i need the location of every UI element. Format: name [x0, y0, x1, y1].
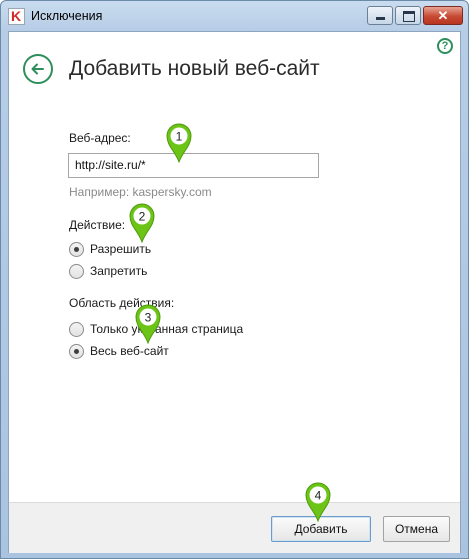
radio-label: Запретить	[90, 264, 148, 278]
cancel-button[interactable]: Отмена	[383, 516, 450, 542]
radio-button[interactable]	[69, 242, 84, 257]
callout-number: 4	[315, 489, 322, 503]
radio-button[interactable]	[69, 344, 84, 359]
dialog-content: ? Добавить новый веб-сайт Веб-адрес: htt…	[8, 31, 461, 553]
callout-number: 1	[176, 130, 183, 144]
url-hint: Например: kaspersky.com	[69, 185, 212, 199]
minimize-icon	[368, 7, 392, 24]
minimize-button[interactable]	[367, 6, 393, 25]
maximize-button[interactable]	[395, 6, 421, 25]
back-button[interactable]	[23, 54, 53, 84]
url-label: Веб-адрес:	[69, 131, 131, 145]
callout-marker-2: 2	[129, 203, 155, 243]
page-title: Добавить новый веб-сайт	[69, 57, 320, 80]
help-icon[interactable]: ?	[437, 38, 453, 54]
dialog-footer: Добавить Отмена	[9, 502, 460, 553]
callout-marker-1: 1	[166, 123, 192, 163]
close-icon: ✕	[437, 8, 449, 23]
back-arrow-icon	[31, 63, 44, 75]
radio-button[interactable]	[69, 322, 84, 337]
window-title: Исключения	[31, 9, 103, 23]
radio-label: Только указанная страница	[90, 322, 244, 336]
radio-label: Разрешить	[90, 242, 152, 256]
action-label: Действие:	[69, 218, 126, 232]
callout-marker-4: 4	[305, 482, 331, 522]
url-input[interactable]: http://site.ru/*	[68, 153, 319, 178]
kaspersky-k-icon: K	[8, 8, 25, 25]
window: K Исключения ✕ ? Добавить новый веб-сайт…	[0, 0, 469, 559]
radio-label: Весь веб-сайт	[90, 344, 169, 358]
callout-number: 3	[145, 311, 152, 325]
radio-button[interactable]	[69, 264, 84, 279]
callout-number: 2	[139, 210, 146, 224]
maximize-icon	[396, 7, 420, 24]
close-button[interactable]: ✕	[423, 6, 463, 25]
callout-marker-3: 3	[135, 304, 161, 344]
title-bar[interactable]: K Исключения ✕	[1, 1, 468, 31]
